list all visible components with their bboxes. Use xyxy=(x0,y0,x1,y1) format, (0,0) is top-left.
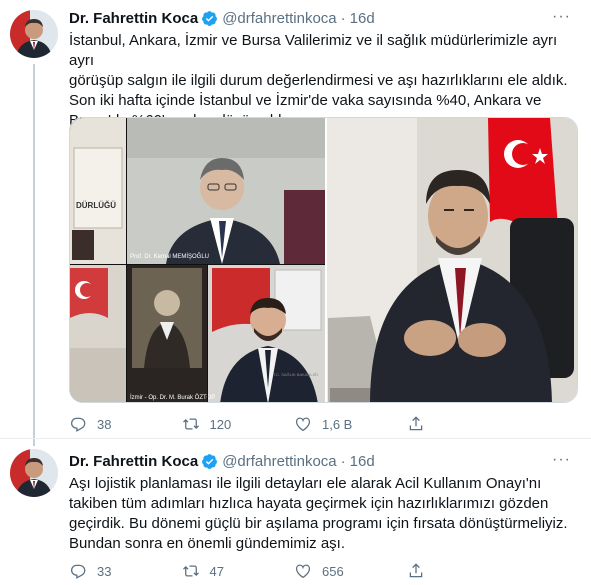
reply-button[interactable]: 33 xyxy=(69,562,182,580)
like-count: 656 xyxy=(322,563,344,579)
like-button[interactable]: 1,6 B xyxy=(294,415,407,433)
retweet-icon xyxy=(182,418,199,430)
retweet-count: 120 xyxy=(209,416,232,432)
like-icon xyxy=(295,417,311,432)
tweet-text: İstanbul, Ankara, İzmir ve Bursa Valiler… xyxy=(69,31,583,131)
tweet-text-line: takiben tüm adımları hızlıca hayata geçi… xyxy=(69,495,549,512)
more-options-button[interactable]: ··· xyxy=(552,8,571,26)
caption-bottom: İzmir - Op. Dr. M. Burak ÖZTOP xyxy=(130,394,215,401)
banner-text: T.C. SAĞLIK BAKANLIĞI xyxy=(273,372,318,377)
author-handle[interactable]: @drfahrettinkoca xyxy=(222,10,336,27)
tweet-text-line: Bundan sonra en önemli gündemimiz aşı. xyxy=(69,535,345,552)
tweet-text-line: Aşı lojistik planlaması ile ilgili detay… xyxy=(69,475,542,492)
tweet-header: Dr. Fahrettin Koca @drfahrettinkoca · 16… xyxy=(69,8,571,28)
sign-text: DÜRLÜĞÜ xyxy=(76,201,116,210)
more-options-button[interactable]: ··· xyxy=(552,451,571,469)
tweet-text: Aşı lojistik planlaması ile ilgili detay… xyxy=(69,474,583,554)
reply-count: 33 xyxy=(97,563,112,579)
timestamp[interactable]: 16d xyxy=(350,453,375,470)
thread-line xyxy=(33,64,35,446)
tweet-text-line: görüşüp salgın ile ilgili durum değerlen… xyxy=(69,72,568,89)
retweet-icon xyxy=(182,565,199,577)
author-handle[interactable]: @drfahrettinkoca xyxy=(222,453,336,470)
author-name[interactable]: Dr. Fahrettin Koca xyxy=(69,453,198,470)
reply-icon xyxy=(71,417,86,432)
timestamp[interactable]: 16d xyxy=(350,10,375,27)
verified-badge-icon xyxy=(201,10,218,27)
tweet-media[interactable]: DÜRLÜĞÜ Prof. Dr. Kemal MEMİŞOĞLU İzmir … xyxy=(69,117,578,403)
separator-dot: · xyxy=(340,452,346,470)
reply-count: 38 xyxy=(97,416,112,432)
tweet-header: Dr. Fahrettin Koca @drfahrettinkoca · 16… xyxy=(69,451,571,471)
retweet-button[interactable]: 120 xyxy=(182,415,295,433)
separator-dot: · xyxy=(340,9,346,27)
share-icon xyxy=(409,563,422,578)
tweet[interactable]: Dr. Fahrettin Koca @drfahrettinkoca · 16… xyxy=(0,438,591,585)
tweet[interactable]: Dr. Fahrettin Koca @drfahrettinkoca · 16… xyxy=(0,0,591,446)
verified-badge-icon xyxy=(201,453,218,470)
retweet-count: 47 xyxy=(209,563,224,579)
tweet-text-line: Son iki hafta içinde İstanbul ve İzmir'd… xyxy=(69,92,542,109)
share-icon xyxy=(409,416,422,431)
like-count: 1,6 B xyxy=(322,416,353,432)
author-name[interactable]: Dr. Fahrettin Koca xyxy=(69,10,198,27)
reply-button[interactable]: 38 xyxy=(69,415,182,433)
retweet-button[interactable]: 47 xyxy=(182,562,295,580)
avatar[interactable] xyxy=(10,449,58,497)
minister-photo[interactable] xyxy=(327,118,578,403)
tweet-actions: 38 120 1,6 B xyxy=(69,414,519,434)
like-icon xyxy=(295,564,311,579)
tweet-actions: 33 47 656 xyxy=(69,561,519,581)
avatar[interactable] xyxy=(10,10,58,58)
video-call-image[interactable]: DÜRLÜĞÜ Prof. Dr. Kemal MEMİŞOĞLU İzmir … xyxy=(70,118,325,403)
share-button[interactable] xyxy=(407,562,520,580)
tweet-text-line: İstanbul, Ankara, İzmir ve Bursa Valiler… xyxy=(69,32,558,69)
caption-top: Prof. Dr. Kemal MEMİŞOĞLU xyxy=(130,253,209,260)
tweet-text-line: geçirdik. Bu dönemi güçlü bir aşılama pr… xyxy=(69,515,568,532)
like-button[interactable]: 656 xyxy=(294,562,407,580)
reply-icon xyxy=(71,564,86,579)
share-button[interactable] xyxy=(407,415,520,433)
